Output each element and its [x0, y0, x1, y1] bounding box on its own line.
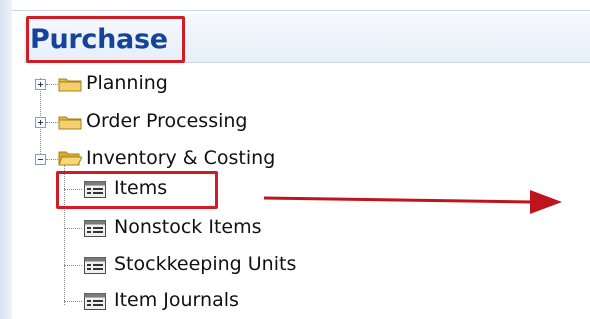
- expand-icon[interactable]: [35, 79, 46, 90]
- tree-item-stockkeeping-units[interactable]: Stockkeeping Units: [114, 253, 296, 275]
- tree-item-order-processing[interactable]: Order Processing: [86, 110, 248, 132]
- tree-connector: [46, 84, 58, 85]
- tree-item-nonstock-items[interactable]: Nonstock Items: [114, 216, 262, 238]
- collapse-icon[interactable]: [35, 154, 46, 165]
- folder-icon: [58, 78, 82, 92]
- tree-item-inventory-costing[interactable]: Inventory & Costing: [86, 147, 275, 169]
- annotation-arrow: [264, 190, 562, 214]
- tree-item-planning[interactable]: Planning: [86, 72, 168, 94]
- tree-connector: [64, 301, 82, 302]
- tree-connector: [46, 159, 58, 160]
- folder-open-icon: [58, 151, 82, 166]
- items-highlight-box: [56, 171, 218, 209]
- title-highlight-box: [26, 16, 185, 63]
- list-page-icon: [84, 257, 106, 274]
- tree-item-item-journals[interactable]: Item Journals: [114, 289, 239, 311]
- folder-icon: [58, 116, 82, 130]
- list-page-icon: [84, 220, 106, 237]
- list-page-icon: [84, 293, 106, 310]
- tree-connector: [64, 265, 82, 266]
- divider: [12, 10, 590, 11]
- tree-connector: [46, 122, 58, 123]
- tree-connector: [64, 228, 82, 229]
- expand-icon[interactable]: [35, 117, 46, 128]
